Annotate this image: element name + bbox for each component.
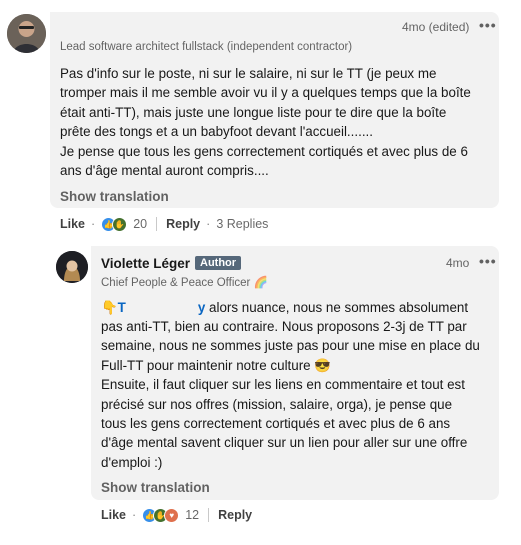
reactions-summary[interactable]: 👍 ✋ ♥: [142, 507, 180, 523]
replies-link[interactable]: 3 Replies: [216, 217, 268, 231]
divider: [156, 217, 158, 231]
author-badge: Author: [195, 256, 242, 270]
show-translation-link[interactable]: Show translation: [60, 189, 169, 204]
reply-text: pas anti-TT, bien au contraire. Nous pro…: [101, 319, 480, 470]
reply-button[interactable]: Reply: [166, 217, 200, 231]
reactions-summary[interactable]: 👍 ✋: [101, 216, 128, 232]
separator-dot: ·: [206, 217, 211, 231]
more-options-icon[interactable]: •••: [479, 253, 497, 269]
reaction-count[interactable]: 20: [133, 217, 147, 231]
mention-prefix: 👇T: [101, 300, 126, 315]
reply-text-start: alors nuance, nous ne sommes absolument: [205, 300, 469, 315]
like-button[interactable]: Like: [101, 508, 126, 522]
author-name[interactable]: Violette Léger: [101, 256, 190, 271]
more-options-icon[interactable]: •••: [479, 17, 497, 33]
commenter-avatar[interactable]: [7, 14, 46, 53]
reply-first-line: 👇T y alors nuance, nous ne sommes absolum…: [101, 298, 496, 317]
commenter-headline: Lead software architect fullstack (indep…: [60, 41, 353, 53]
person-photo-icon: [56, 251, 88, 283]
divider: [208, 508, 210, 522]
love-reaction-icon: ♥: [164, 507, 180, 523]
reaction-count[interactable]: 12: [185, 508, 199, 522]
person-photo-icon: [7, 14, 46, 53]
separator-dot: ·: [91, 217, 96, 231]
like-button[interactable]: Like: [60, 217, 85, 231]
reply-time: 4mo: [446, 256, 470, 270]
mention-link[interactable]: 👇T y: [101, 300, 205, 315]
celebrate-reaction-icon: ✋: [112, 216, 128, 232]
author-headline: Chief People & Peace Officer 🌈: [101, 277, 268, 289]
author-avatar[interactable]: [56, 251, 88, 283]
reply-actions: Like · 👍 ✋ ♥ 12 Reply: [101, 506, 252, 524]
comment-actions: Like · 👍 ✋ 20 Reply · 3 Replies: [60, 215, 268, 233]
show-translation-link[interactable]: Show translation: [101, 480, 210, 495]
reply-button[interactable]: Reply: [218, 508, 252, 522]
separator-dot: ·: [132, 508, 137, 522]
comment-text: Pas d'info sur le poste, ni sur le salai…: [60, 66, 471, 179]
comment-time: 4mo (edited): [402, 20, 470, 34]
